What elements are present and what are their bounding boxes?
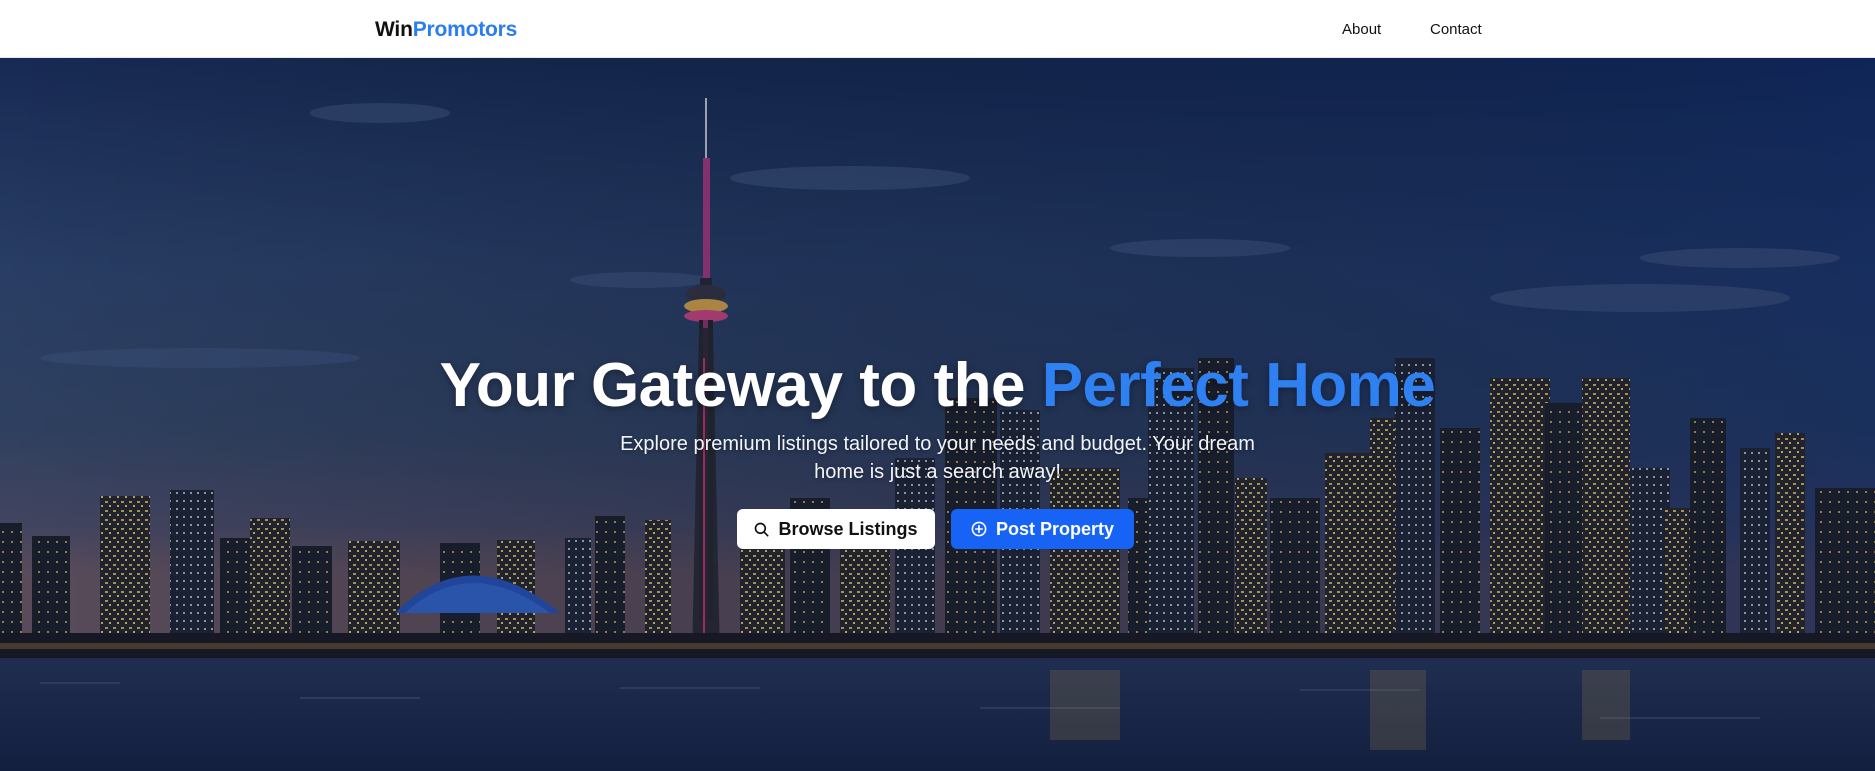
nav-about-link[interactable]: About (1342, 20, 1381, 40)
brand-logo-part2: Promotors (412, 18, 518, 41)
brand-logo[interactable]: WinPromotors (375, 17, 517, 43)
nav-contact-link[interactable]: Contact (1430, 20, 1482, 40)
post-property-label: Post Property (995, 518, 1115, 539)
browse-listings-button[interactable]: Browse Listings (737, 509, 935, 549)
hero-subtext: Explore premium listings tailored to you… (620, 433, 1255, 483)
browse-listings-label: Browse Listings (778, 518, 918, 539)
navbar: WinPromotors About Contact (0, 0, 1875, 58)
hero-section: Your Gateway to the Perfect Home Explore… (0, 58, 1875, 771)
hero-headline: Your Gateway to the Perfect Home (0, 346, 1875, 426)
brand-logo-part1: Win (375, 18, 413, 41)
post-property-button[interactable]: Post Property (951, 509, 1134, 549)
hero-headline-accent: Perfect Home (1041, 351, 1436, 420)
plus-circle-icon (971, 521, 987, 537)
search-icon (754, 522, 770, 537)
hero-headline-main: Your Gateway to the (439, 351, 1042, 420)
